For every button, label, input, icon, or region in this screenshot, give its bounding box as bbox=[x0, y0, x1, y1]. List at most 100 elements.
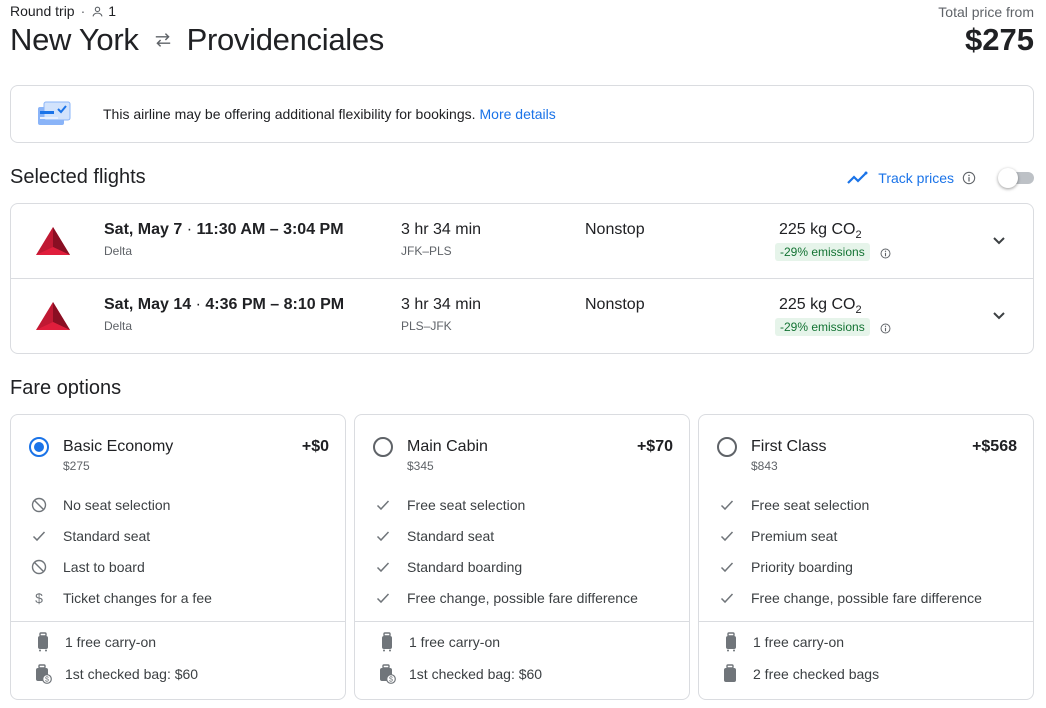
track-prices[interactable]: Track prices bbox=[846, 168, 1034, 188]
fare-card-first-class[interactable]: First Class $843 +$568 Free seat selection… bbox=[698, 414, 1034, 700]
origin-city: New York bbox=[10, 22, 139, 57]
fare-feature: Standard seat bbox=[11, 526, 345, 546]
fare-radio[interactable] bbox=[373, 437, 393, 457]
fare-feature: Free change, possible fare difference bbox=[355, 588, 689, 608]
baggage-item: 1 free carry-on bbox=[11, 630, 345, 652]
fare-price: $275 bbox=[63, 459, 90, 473]
fare-feature: Free seat selection bbox=[699, 495, 1033, 515]
emissions-badge: -29% emissions bbox=[775, 318, 870, 336]
fare-name: Main Cabin bbox=[407, 438, 488, 455]
delta-logo-icon bbox=[36, 302, 70, 330]
track-prices-label[interactable]: Track prices bbox=[878, 170, 954, 186]
check-icon bbox=[719, 528, 735, 544]
fare-feature-text: Free seat selection bbox=[751, 497, 870, 513]
fare-feature-text: Standard seat bbox=[63, 528, 151, 544]
fare-feature-text: Standard boarding bbox=[407, 559, 523, 575]
fare-card-main-cabin[interactable]: Main Cabin $345 +$70 Free seat selection S… bbox=[354, 414, 690, 700]
banner-text: This airline may be offering additional … bbox=[103, 106, 556, 122]
meta-separator: · bbox=[80, 3, 86, 19]
check-icon bbox=[375, 497, 391, 513]
chevron-down-icon[interactable] bbox=[991, 307, 1007, 323]
emissions-badge: -29% emissions bbox=[775, 243, 870, 261]
passenger-count: 1 bbox=[91, 3, 116, 19]
flight-row-outbound[interactable]: Sat, May 7 · 11:30 AM – 3:04 PM Delta 3 … bbox=[11, 204, 1033, 279]
carry-on-icon bbox=[34, 632, 52, 652]
total-price: $275 bbox=[965, 22, 1034, 57]
fare-price: $843 bbox=[751, 459, 778, 473]
airline-name: Delta bbox=[104, 319, 133, 333]
baggage-item: 1 free carry-on bbox=[355, 630, 689, 652]
baggage-text: 2 free checked bags bbox=[753, 666, 880, 682]
no-icon bbox=[31, 497, 47, 513]
check-icon bbox=[375, 590, 391, 606]
carry-on-icon bbox=[722, 632, 740, 652]
emissions-info-icon[interactable] bbox=[880, 248, 891, 259]
fare-radio[interactable] bbox=[29, 437, 49, 457]
baggage-item: 1 free carry-on bbox=[699, 630, 1033, 652]
person-icon bbox=[92, 6, 103, 16]
co2-value: 225 kg CO2 bbox=[779, 221, 862, 242]
track-prices-toggle[interactable] bbox=[998, 168, 1034, 188]
trip-meta: Round trip · 1 bbox=[10, 3, 116, 19]
fare-price: $345 bbox=[407, 459, 434, 473]
baggage-item: $ 1st checked bag: $60 bbox=[355, 662, 689, 684]
fare-feature-text: Priority boarding bbox=[751, 559, 853, 575]
fare-feature: Free change, possible fare difference bbox=[699, 588, 1033, 608]
baggage-text: 1st checked bag: $60 bbox=[409, 666, 543, 682]
check-icon bbox=[719, 590, 735, 606]
airline-name: Delta bbox=[104, 244, 133, 258]
checked-bag-paid-icon: $ bbox=[34, 664, 52, 684]
info-icon[interactable] bbox=[962, 171, 976, 185]
delta-logo-icon bbox=[36, 227, 70, 255]
flight-row-return[interactable]: Sat, May 14 · 4:36 PM – 8:10 PM Delta 3 … bbox=[11, 279, 1033, 354]
route-title: New York Providenciales bbox=[10, 22, 384, 58]
fare-feature-text: Premium seat bbox=[751, 528, 838, 544]
fare-feature: Standard boarding bbox=[355, 557, 689, 577]
fare-feature: Priority boarding bbox=[699, 557, 1033, 577]
fare-name: First Class bbox=[751, 438, 827, 455]
baggage-text: 1 free carry-on bbox=[65, 634, 157, 650]
baggage-item: $ 1st checked bag: $60 bbox=[11, 662, 345, 684]
fare-card-basic-economy[interactable]: Basic Economy $275 +$0 No seat selection S… bbox=[10, 414, 346, 700]
fare-radio[interactable] bbox=[717, 437, 737, 457]
chevron-down-icon[interactable] bbox=[991, 232, 1007, 248]
checked-bag-icon bbox=[722, 664, 740, 684]
carry-on-icon bbox=[378, 632, 396, 652]
banner-message: This airline may be offering additional … bbox=[103, 106, 476, 122]
emissions-info-icon[interactable] bbox=[880, 323, 891, 334]
more-details-link[interactable]: More details bbox=[480, 106, 556, 122]
flexibility-banner: This airline may be offering additional … bbox=[10, 85, 1034, 143]
flight-stops: Nonstop bbox=[585, 296, 645, 313]
destination-city: Providenciales bbox=[186, 22, 385, 57]
divider bbox=[11, 621, 345, 622]
fare-feature: Last to board bbox=[11, 557, 345, 577]
fare-feature: Premium seat bbox=[699, 526, 1033, 546]
check-icon bbox=[719, 497, 735, 513]
fare-price-difference: +$0 bbox=[301, 438, 329, 455]
check-icon bbox=[375, 559, 391, 575]
svg-text:$: $ bbox=[45, 677, 49, 684]
flight-duration: 3 hr 34 min bbox=[401, 221, 482, 238]
fare-price-difference: +$70 bbox=[636, 438, 673, 455]
flights-list: Sat, May 7 · 11:30 AM – 3:04 PM Delta 3 … bbox=[10, 203, 1034, 354]
price-label: Total price from bbox=[938, 4, 1034, 20]
round-trip-arrows-icon bbox=[155, 33, 170, 47]
baggage-text: 1st checked bag: $60 bbox=[65, 666, 199, 682]
trend-line-icon bbox=[847, 171, 868, 184]
svg-text:$: $ bbox=[389, 677, 393, 684]
divider bbox=[699, 621, 1033, 622]
check-icon bbox=[719, 559, 735, 575]
fare-feature: Standard seat bbox=[355, 526, 689, 546]
co2-value: 225 kg CO2 bbox=[779, 296, 862, 317]
fare-price-difference: +$568 bbox=[972, 438, 1017, 455]
trip-type: Round trip bbox=[10, 3, 75, 19]
fare-name: Basic Economy bbox=[63, 438, 174, 455]
fare-feature: $ Ticket changes for a fee bbox=[11, 588, 345, 608]
fare-feature-text: Free seat selection bbox=[407, 497, 526, 513]
check-icon bbox=[31, 528, 47, 544]
fare-options-list: Basic Economy $275 +$0 No seat selection S… bbox=[10, 414, 1034, 700]
flight-stops: Nonstop bbox=[585, 221, 645, 238]
ticket-illustration-icon bbox=[38, 101, 71, 125]
fare-feature-text: Free change, possible fare difference bbox=[407, 590, 638, 606]
airport-codes: PLS–JFK bbox=[401, 319, 452, 333]
